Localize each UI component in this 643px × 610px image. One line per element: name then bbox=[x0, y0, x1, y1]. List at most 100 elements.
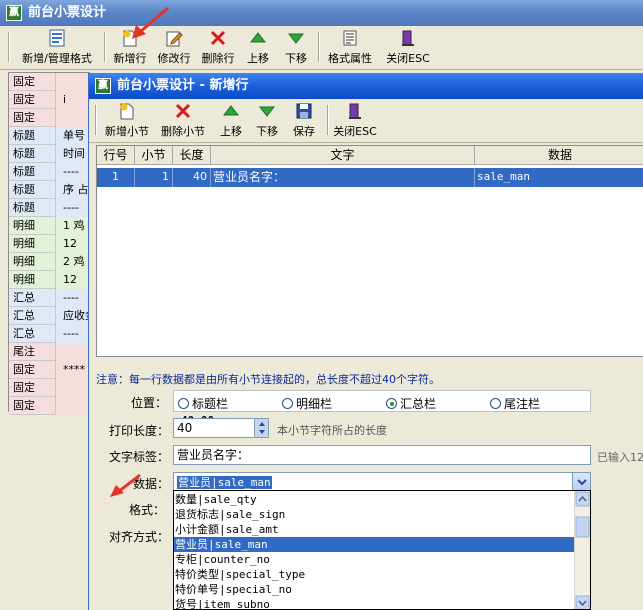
table-row[interactable]: 标题 ---- bbox=[9, 199, 89, 217]
section-move-down-label: 下移 bbox=[256, 125, 278, 138]
table-row[interactable]: 固定 bbox=[9, 379, 89, 397]
dialog-toolbar: 新增小节 删除小节 上移 下移 保存 关闭ESC bbox=[89, 99, 643, 143]
delete-icon bbox=[157, 102, 209, 122]
row-text-cell: 12 bbox=[63, 237, 77, 250]
text-label-input[interactable]: 营业员名字： bbox=[173, 445, 591, 465]
row-type-cell: 尾注 bbox=[9, 343, 56, 361]
column-header-length[interactable]: 长度 bbox=[173, 146, 211, 165]
annotation-arrow-icon bbox=[110, 473, 141, 497]
new-section-button[interactable]: 新增小节 bbox=[101, 102, 153, 140]
format-properties-button[interactable]: 格式属性 bbox=[324, 29, 376, 67]
column-header-text[interactable]: 文字 bbox=[211, 146, 475, 165]
row-type-cell: 汇总 bbox=[9, 325, 56, 343]
new-doc-icon bbox=[101, 102, 153, 122]
delete-row-button[interactable]: 删除行 bbox=[198, 29, 238, 67]
table-row[interactable]: 标题 单号 bbox=[9, 127, 89, 145]
list-item[interactable]: 特价类型|special_type bbox=[174, 567, 574, 582]
table-row[interactable]: 固定 bbox=[9, 397, 89, 415]
dropdown-scrollbar[interactable] bbox=[574, 491, 590, 609]
table-row[interactable]: 明细 2 鸡 bbox=[9, 253, 89, 271]
format-properties-label: 格式属性 bbox=[328, 52, 372, 65]
spinner-arrows-icon[interactable] bbox=[254, 419, 268, 437]
chevron-down-icon[interactable] bbox=[572, 473, 590, 491]
table-row[interactable]: 标题 ---- bbox=[9, 163, 89, 181]
column-header-section[interactable]: 小节 bbox=[135, 146, 173, 165]
radio-title-section[interactable]: 标题栏 bbox=[178, 395, 228, 412]
manage-format-button[interactable]: 新增/管理格式 bbox=[14, 29, 100, 67]
table-row[interactable]: 汇总应收金 bbox=[9, 307, 91, 325]
dialog-close-esc-button[interactable]: 关闭ESC bbox=[333, 102, 377, 140]
list-item[interactable]: 货号|item_subno bbox=[174, 597, 574, 609]
column-header-data[interactable]: 数据 bbox=[475, 146, 643, 165]
section-move-down-button[interactable]: 下移 bbox=[253, 102, 281, 140]
ticket-rows-grid[interactable]: 固定 固定 i 固定 标题 单号 标题 时间 标题 ---- 标题序 占标题 ---- 明细 1 鸡明细 1… bbox=[8, 72, 91, 415]
list-item[interactable]: 数量|sale_qty bbox=[174, 492, 574, 507]
cell-row-no: 1 bbox=[97, 168, 135, 187]
radio-detail-section[interactable]: 明细栏 bbox=[282, 395, 332, 412]
list-item[interactable]: 退货标志|sale_sign bbox=[174, 507, 574, 522]
table-row[interactable]: 固定 i bbox=[9, 91, 89, 109]
save-icon bbox=[289, 102, 319, 122]
length-note: 注意：每一行数据都是由所有小节连接起的，总长度不超过40个字符。 bbox=[96, 373, 440, 386]
close-esc-button[interactable]: 关闭ESC bbox=[386, 29, 430, 67]
position-radio-group: 标题栏 明细栏 汇总栏 尾注栏 bbox=[173, 390, 591, 412]
row-text-cell: 序 占 bbox=[63, 183, 89, 196]
row-type-cell: 固定 bbox=[9, 397, 56, 415]
char-count-hint: 已输入12 bbox=[597, 451, 643, 464]
table-row[interactable]: 标题序 占 bbox=[9, 181, 89, 199]
row-type-cell: 汇总 bbox=[9, 289, 56, 307]
table-row[interactable]: 固定 **** bbox=[9, 361, 89, 379]
list-item[interactable]: 营业员|sale_man bbox=[174, 537, 574, 552]
table-row[interactable]: 汇总 ---- bbox=[9, 289, 89, 307]
align-label: 对齐方式： bbox=[108, 530, 169, 544]
print-length-spinner[interactable]: 40 bbox=[173, 418, 269, 438]
form-icon bbox=[14, 29, 100, 49]
table-row[interactable]: 标题 时间 bbox=[9, 145, 89, 163]
data-combobox[interactable]: 营业员|sale_man bbox=[173, 472, 591, 492]
table-row[interactable]: 固定 bbox=[9, 109, 89, 127]
column-header-row-no[interactable]: 行号 bbox=[97, 146, 135, 165]
table-row[interactable]: 固定 bbox=[9, 73, 89, 91]
print-length-value: 40 bbox=[177, 421, 193, 435]
radio-footer-section[interactable]: 尾注栏 bbox=[490, 395, 540, 412]
row-type-cell: 汇总 bbox=[9, 307, 56, 325]
list-item[interactable]: 小计金额|sale_amt bbox=[174, 522, 574, 537]
position-label: 位置： bbox=[130, 396, 167, 410]
move-up-button[interactable]: 上移 bbox=[244, 29, 272, 67]
row-text-cell: 时间 bbox=[63, 147, 85, 160]
table-row[interactable]: 明细 12 bbox=[9, 271, 89, 289]
annotation-arrow-icon bbox=[132, 6, 169, 39]
table-row[interactable]: 1 1 40 营业员名字： sale_man bbox=[97, 168, 643, 187]
table-row[interactable]: 尾注 bbox=[9, 343, 89, 361]
row-type-cell: 明细 bbox=[9, 217, 56, 235]
radio-summary-section[interactable]: 汇总栏 bbox=[386, 395, 436, 412]
table-row[interactable]: 明细 1 鸡 bbox=[9, 217, 89, 235]
section-move-up-button[interactable]: 上移 bbox=[217, 102, 245, 140]
row-text-cell: 单号 bbox=[63, 129, 85, 142]
list-item[interactable]: 专柜|counter_no bbox=[174, 552, 574, 567]
row-type-cell: 明细 bbox=[9, 235, 56, 253]
table-row[interactable]: 明细 12 bbox=[9, 235, 89, 253]
row-type-cell: 标题 bbox=[9, 145, 56, 163]
delete-icon bbox=[198, 29, 238, 49]
radio-button-icon bbox=[490, 398, 501, 409]
format-label: 格式： bbox=[128, 503, 165, 517]
cell-data: sale_man bbox=[477, 170, 530, 183]
row-type-cell: 明细 bbox=[9, 253, 56, 271]
cell-text: 营业员名字： bbox=[211, 168, 475, 187]
close-esc-label: 关闭ESC bbox=[386, 52, 430, 65]
data-dropdown-list[interactable]: 货号|item_subno 特价单号|special_no 特价类型|special… bbox=[173, 490, 591, 610]
toolbar-separator bbox=[95, 105, 97, 135]
row-text-cell: 应收金 bbox=[63, 309, 91, 322]
delete-section-button[interactable]: 删除小节 bbox=[157, 102, 209, 140]
table-row[interactable]: 汇总 ---- bbox=[9, 325, 89, 343]
list-item[interactable]: 特价单号|special_no bbox=[174, 582, 574, 597]
move-down-label: 下移 bbox=[285, 52, 307, 65]
row-text-cell bbox=[57, 73, 91, 91]
move-down-button[interactable]: 下移 bbox=[282, 29, 310, 67]
row-text-cell: 1 鸡 bbox=[63, 219, 85, 232]
radio-button-icon bbox=[178, 398, 189, 409]
sections-grid[interactable]: 行号 小节 长度 文字 数据 1 1 40 营业员名字： sale_man 40… bbox=[96, 145, 643, 427]
save-button[interactable]: 保存 bbox=[289, 102, 319, 140]
row-text-cell bbox=[57, 109, 91, 127]
